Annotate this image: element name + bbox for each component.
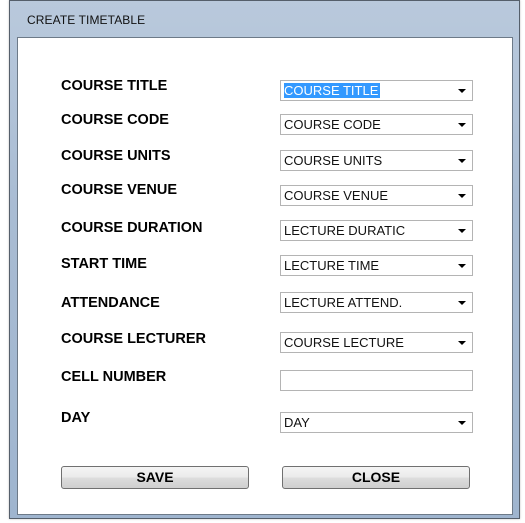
close-button[interactable]: CLOSE xyxy=(282,466,470,489)
chevron-down-icon[interactable] xyxy=(454,413,472,432)
attendance-dropdown[interactable]: LECTURE ATTEND. xyxy=(280,292,473,313)
course-venue-dropdown[interactable]: COURSE VENUE xyxy=(280,185,473,206)
course-code-label: COURSE CODE xyxy=(61,112,169,128)
create-timetable-window: CREATE TIMETABLE COURSE TITLE COURSE TIT… xyxy=(9,0,520,519)
course-code-dropdown[interactable]: COURSE CODE xyxy=(280,114,473,135)
course-lecturer-label: COURSE LECTURER xyxy=(61,331,207,347)
day-dropdown[interactable]: DAY xyxy=(280,412,473,433)
course-units-dropdown[interactable]: COURSE UNITS xyxy=(280,150,473,171)
chevron-down-icon[interactable] xyxy=(454,151,472,170)
attendance-value: LECTURE ATTEND. xyxy=(284,295,403,310)
course-lecturer-dropdown[interactable]: COURSE LECTURE xyxy=(280,332,473,353)
course-title-label: COURSE TITLE xyxy=(61,78,168,94)
chevron-down-icon[interactable] xyxy=(454,256,472,275)
course-duration-label: COURSE DURATION xyxy=(61,220,203,236)
chevron-down-icon[interactable] xyxy=(454,115,472,134)
start-time-label: START TIME xyxy=(61,256,147,272)
course-units-value: COURSE UNITS xyxy=(284,153,383,168)
chevron-down-icon[interactable] xyxy=(454,81,472,100)
title-bar[interactable]: CREATE TIMETABLE xyxy=(10,1,519,29)
window-title: CREATE TIMETABLE xyxy=(27,13,146,27)
chevron-down-icon[interactable] xyxy=(454,221,472,240)
day-label: DAY xyxy=(61,410,91,426)
course-duration-dropdown[interactable]: LECTURE DURATIC xyxy=(280,220,473,241)
start-time-value: LECTURE TIME xyxy=(284,258,380,273)
day-value: DAY xyxy=(284,415,310,430)
start-time-dropdown[interactable]: LECTURE TIME xyxy=(280,255,473,276)
course-venue-label: COURSE VENUE xyxy=(61,182,178,198)
form-panel: COURSE TITLE COURSE TITLE COURSE CODE CO… xyxy=(17,37,513,515)
chevron-down-icon[interactable] xyxy=(454,293,472,312)
cell-number-label: CELL NUMBER xyxy=(61,369,167,385)
course-code-value: COURSE CODE xyxy=(284,117,381,132)
course-duration-value: LECTURE DURATIC xyxy=(284,223,406,238)
course-lecturer-value: COURSE LECTURE xyxy=(284,335,404,350)
course-title-value: COURSE TITLE xyxy=(284,83,381,98)
save-button[interactable]: SAVE xyxy=(61,466,249,489)
attendance-label: ATTENDANCE xyxy=(61,295,160,311)
cell-number-field[interactable] xyxy=(280,370,473,391)
course-units-label: COURSE UNITS xyxy=(61,148,171,164)
chevron-down-icon[interactable] xyxy=(454,186,472,205)
course-title-dropdown[interactable]: COURSE TITLE xyxy=(280,80,473,101)
chevron-down-icon[interactable] xyxy=(454,333,472,352)
course-venue-value: COURSE VENUE xyxy=(284,188,389,203)
